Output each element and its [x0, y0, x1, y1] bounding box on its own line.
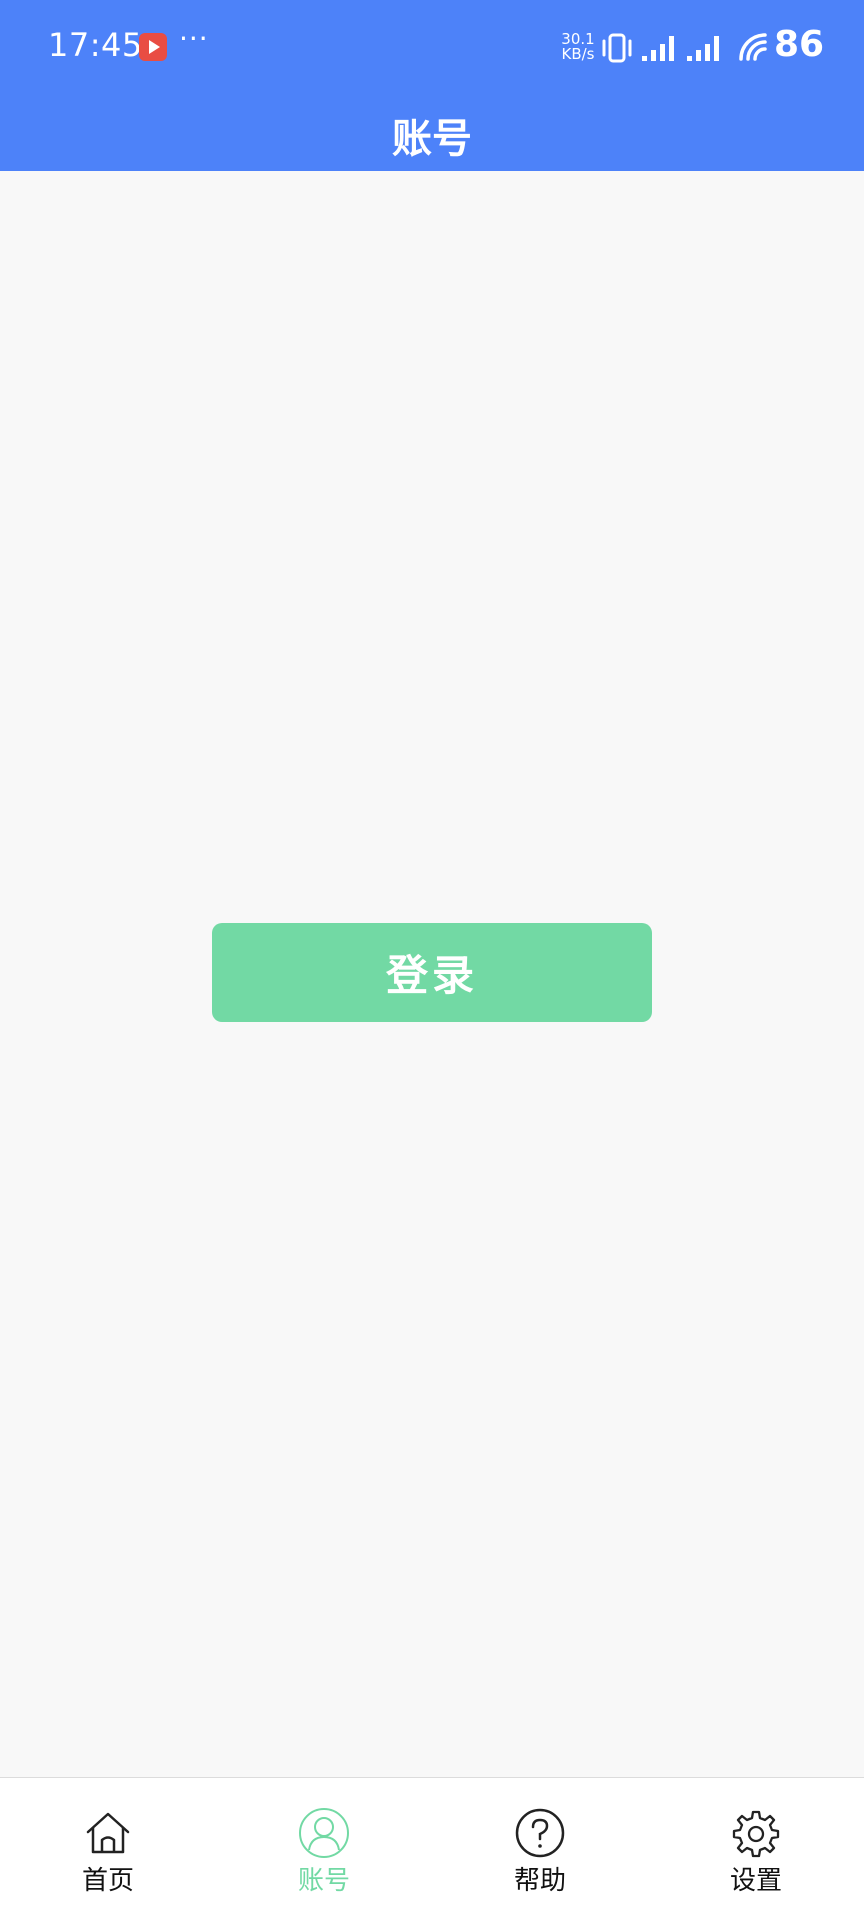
cellular-signal-icon: [642, 36, 674, 61]
nav-item-help[interactable]: 帮助: [432, 1778, 648, 1921]
battery-level: 86: [774, 24, 825, 65]
network-speed-unit: KB/s: [561, 45, 595, 63]
vibrate-icon: [602, 33, 632, 63]
nav-item-settings[interactable]: 设置: [648, 1778, 864, 1921]
nav-item-account[interactable]: 账号: [216, 1778, 432, 1921]
help-icon: [515, 1808, 565, 1858]
app-header: 17:45 ··· 30.1 KB/s 86 账号: [0, 0, 864, 171]
page-title: 账号: [392, 116, 472, 162]
nav-item-home[interactable]: 首页: [0, 1778, 216, 1921]
nav-label-settings: 设置: [729, 1866, 782, 1896]
nav-label-help: 帮助: [513, 1866, 566, 1896]
gear-icon: [732, 1810, 780, 1858]
more-notifications-icon: ···: [179, 22, 209, 55]
bottom-navigation: 首页 账号 帮助 设置: [0, 1777, 864, 1921]
wifi-icon: [739, 33, 767, 61]
nav-label-home: 首页: [81, 1866, 134, 1896]
cellular-signal-icon: [687, 36, 719, 61]
video-app-notification-icon: [139, 33, 167, 61]
login-button[interactable]: 登录: [212, 923, 652, 1022]
nav-label-account: 账号: [297, 1866, 350, 1896]
home-icon: [86, 1812, 130, 1854]
user-icon: [299, 1808, 349, 1858]
status-bar: 17:45 ··· 30.1 KB/s 86: [0, 0, 864, 96]
status-time: 17:45: [48, 26, 143, 64]
network-speed: 30.1 KB/s: [558, 32, 598, 62]
